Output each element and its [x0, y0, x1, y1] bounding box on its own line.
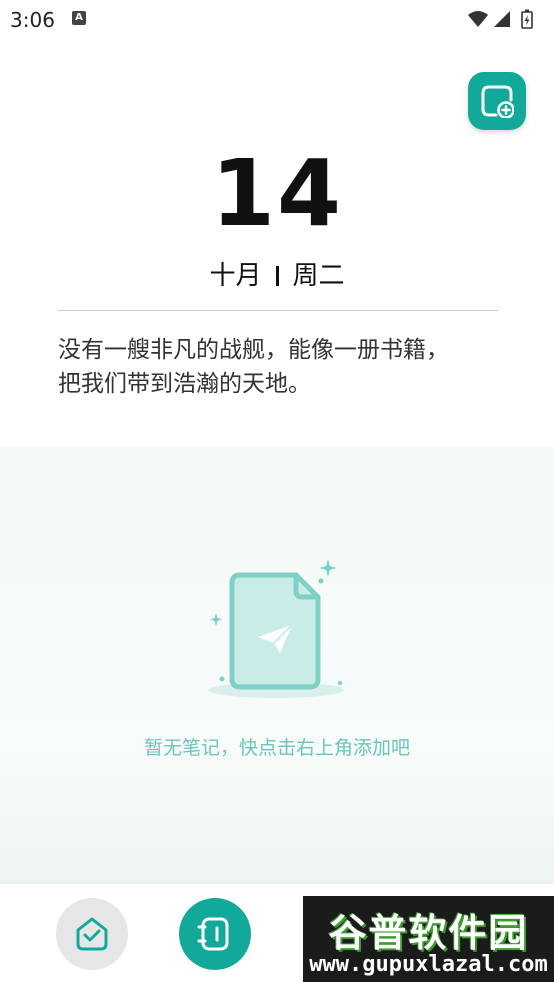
- notebook-button[interactable]: [179, 898, 251, 970]
- watermark-url: www.gupuxlazal.com: [309, 952, 548, 977]
- empty-document-icon: [208, 559, 344, 698]
- quote-line-1: 没有一艘非凡的战舰，能像一册书籍，: [58, 337, 449, 363]
- day-number: 14: [210, 140, 344, 247]
- weekday-label: 周二: [292, 261, 345, 291]
- add-note-icon: [481, 85, 514, 118]
- wifi-icon: [468, 11, 488, 27]
- home-check-icon: [76, 917, 108, 951]
- battery-icon: [521, 9, 533, 29]
- month-label: 十月: [209, 261, 262, 291]
- watermark: 谷普软件园 www.gupuxlazal.com: [303, 896, 554, 982]
- date-row: 十月 周二: [0, 255, 554, 292]
- status-time: 3:06: [10, 8, 55, 32]
- status-icons: [466, 8, 540, 34]
- watermark-title: 谷普软件园: [328, 911, 529, 955]
- quote-line-2: 把我们带到浩瀚的天地。: [58, 371, 311, 397]
- notification-a-icon: A: [72, 11, 86, 25]
- notebook-icon: [197, 917, 229, 951]
- divider: [58, 310, 498, 311]
- signal-icon: [494, 11, 510, 27]
- daily-quote: 没有一艘非凡的战舰，能像一册书籍， 把我们带到浩瀚的天地。: [58, 333, 498, 401]
- empty-notes-text: 暂无笔记，快点击右上角添加吧: [143, 737, 410, 759]
- add-note-button[interactable]: [468, 72, 526, 130]
- date-separator: [275, 266, 279, 286]
- home-button[interactable]: [56, 898, 128, 970]
- status-bar: 3:06 A: [0, 0, 554, 38]
